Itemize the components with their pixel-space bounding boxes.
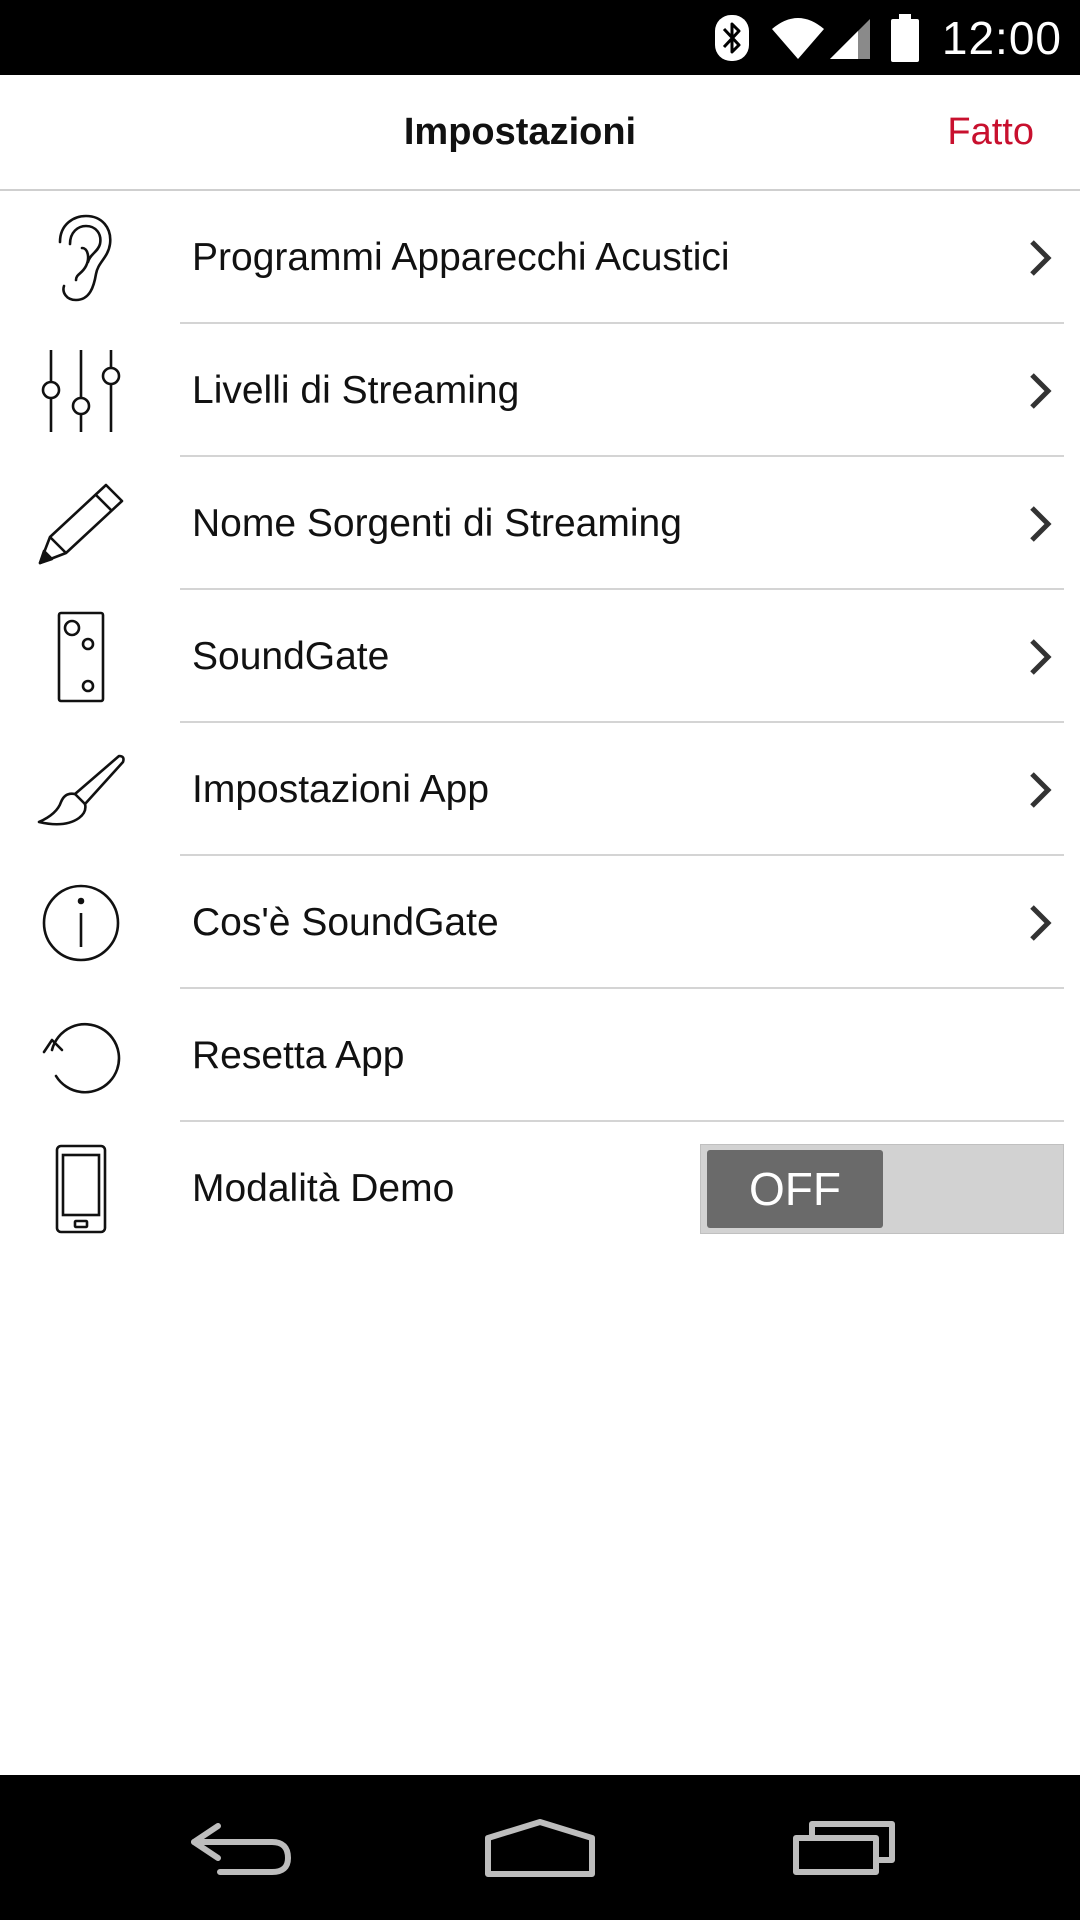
settings-item-demo-mode: Modalità Demo OFF <box>0 1122 1080 1255</box>
settings-item-label: Nome Sorgenti di Streaming <box>192 502 682 545</box>
page-title: Impostazioni <box>403 111 637 153</box>
chevron-right-icon <box>1020 590 1060 723</box>
chevron-right-icon <box>1020 457 1060 590</box>
bluetooth-icon <box>714 13 750 63</box>
back-icon[interactable] <box>140 1775 340 1920</box>
wifi-icon <box>770 15 826 61</box>
settings-item-app-settings[interactable]: Impostazioni App <box>0 723 1080 856</box>
info-icon <box>26 856 136 989</box>
settings-item-reset-app[interactable]: Resetta App <box>0 989 1080 1122</box>
chevron-right-icon <box>1020 723 1060 856</box>
settings-item-streaming-levels[interactable]: Livelli di Streaming <box>0 324 1080 457</box>
settings-item-soundgate[interactable]: SoundGate <box>0 590 1080 723</box>
settings-item-label: Livelli di Streaming <box>192 369 520 412</box>
reset-icon <box>26 989 136 1122</box>
settings-item-source-names[interactable]: Nome Sorgenti di Streaming <box>0 457 1080 590</box>
settings-item-hearing-programs[interactable]: Programmi Apparecchi Acustici <box>0 191 1080 324</box>
chevron-right-icon <box>1020 191 1060 324</box>
chevron-right-icon <box>1020 856 1060 989</box>
status-time: 12:00 <box>941 11 1062 64</box>
settings-item-label: Programmi Apparecchi Acustici <box>192 236 730 279</box>
chevron-right-icon <box>1020 324 1060 457</box>
pencil-icon <box>26 457 136 590</box>
done-button[interactable]: Fatto <box>947 75 1034 189</box>
recents-icon[interactable] <box>744 1775 944 1920</box>
battery-icon <box>890 13 920 63</box>
settings-item-label: Impostazioni App <box>192 768 490 811</box>
settings-item-label: Resetta App <box>192 1034 405 1077</box>
settings-list: Programmi Apparecchi Acustici Livelli di… <box>0 191 1080 1255</box>
settings-item-label: Cos'è SoundGate <box>192 901 499 944</box>
phone-icon <box>26 1122 136 1255</box>
signal-icon <box>828 15 872 61</box>
sliders-icon <box>26 324 136 457</box>
home-icon[interactable] <box>440 1775 640 1920</box>
demo-mode-toggle[interactable]: OFF <box>700 1144 1064 1234</box>
settings-item-what-is-soundgate[interactable]: Cos'è SoundGate <box>0 856 1080 989</box>
settings-item-label: SoundGate <box>192 635 390 678</box>
toggle-state-label: OFF <box>707 1150 883 1228</box>
app-header: Impostazioni Fatto <box>0 75 1080 191</box>
status-bar: 12:00 <box>0 0 1080 75</box>
paintbrush-icon <box>26 723 136 856</box>
soundgate-device-icon <box>26 590 136 723</box>
status-icons: 12:00 <box>714 0 1080 75</box>
ear-icon <box>26 191 136 324</box>
settings-item-label: Modalità Demo <box>192 1167 455 1210</box>
navigation-bar <box>0 1775 1080 1920</box>
